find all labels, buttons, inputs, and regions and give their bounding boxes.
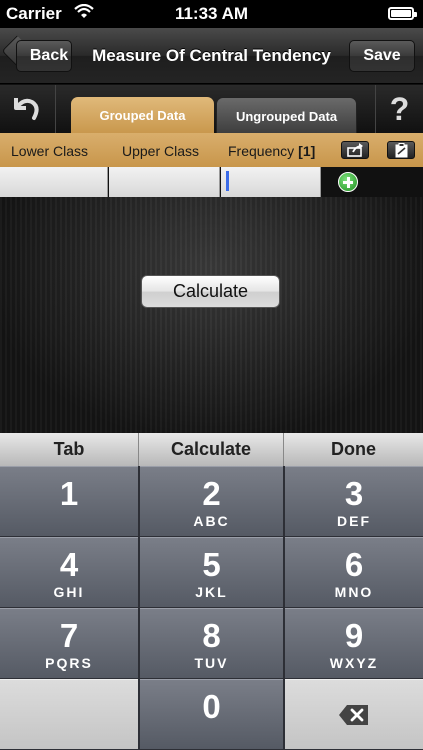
frequency-count: [1] [298, 143, 316, 159]
key-digit: 1 [59, 475, 79, 512]
undo-button[interactable] [0, 85, 56, 133]
keypad-toolbar: Tab Calculate Done [0, 433, 423, 466]
upper-class-input[interactable] [109, 167, 220, 197]
key-letters: PQRS [45, 655, 93, 671]
key-5[interactable]: 5 JKL [140, 537, 283, 607]
key-1[interactable]: 1 [0, 466, 138, 536]
key-letters: ABC [193, 513, 230, 529]
page-title: Measure Of Central Tendency [92, 46, 331, 65]
column-upper-class: Upper Class [122, 143, 200, 159]
key-8[interactable]: 8 TUV [140, 608, 283, 678]
key-9[interactable]: 9 WXYZ [285, 608, 423, 678]
column-header: Lower Class Upper Class Frequency [1] [0, 133, 423, 167]
key-blank [0, 679, 138, 749]
backspace-key[interactable] [285, 679, 423, 749]
tab-grouped-data[interactable]: Grouped Data [71, 97, 214, 133]
key-letters: TUV [194, 655, 229, 671]
key-letters: DEF [337, 513, 371, 529]
battery-icon [388, 7, 417, 20]
clipboard-icon[interactable] [387, 141, 415, 159]
calculate-button[interactable]: Calculate [141, 275, 280, 308]
key-digit: 6 [344, 546, 364, 583]
column-frequency: Frequency [1] [228, 143, 315, 159]
clock: 11:33 AM [174, 4, 249, 23]
backspace-icon [339, 705, 368, 725]
key-digit: 7 [59, 617, 79, 654]
back-button-label[interactable]: Back [16, 40, 72, 72]
help-icon: ? [389, 91, 410, 127]
key-4[interactable]: 4 GHI [0, 537, 138, 607]
keypad-calculate-button[interactable]: Calculate [139, 433, 284, 466]
key-0[interactable]: 0 [140, 679, 283, 749]
save-button[interactable]: Save [349, 40, 415, 72]
tab-bar: Grouped Data Ungrouped Data ? [0, 85, 423, 133]
key-digit: 2 [202, 475, 221, 512]
lower-class-input[interactable] [0, 167, 108, 197]
number-keypad: 1 2 ABC 3 DEF 4 GHI 5 JKL 6 MNO 7 PQRS 8… [0, 466, 423, 750]
content-area: Calculate [0, 197, 423, 433]
help-button[interactable]: ? [375, 85, 423, 133]
key-6[interactable]: 6 MNO [285, 537, 423, 607]
text-cursor [226, 171, 229, 191]
key-digit: 3 [344, 475, 364, 512]
key-letters: JKL [195, 584, 228, 600]
key-digit: 5 [202, 546, 221, 583]
key-digit: 0 [202, 688, 221, 725]
keypad-done-button[interactable]: Done [284, 433, 423, 466]
key-letters: WXYZ [329, 655, 379, 671]
add-row-icon[interactable] [338, 172, 358, 192]
key-7[interactable]: 7 PQRS [0, 608, 138, 678]
export-icon[interactable] [341, 141, 369, 159]
column-frequency-label: Frequency [228, 143, 295, 159]
tab-ungrouped-data[interactable]: Ungrouped Data [216, 97, 357, 133]
key-3[interactable]: 3 DEF [285, 466, 423, 536]
undo-icon [14, 98, 39, 120]
frequency-input[interactable] [221, 167, 321, 197]
key-digit: 4 [59, 546, 79, 583]
key-letters: GHI [53, 584, 85, 600]
status-bar: Carrier 11:33 AM [0, 0, 423, 28]
data-input-row [0, 167, 423, 197]
key-digit: 9 [344, 617, 364, 654]
key-letters: MNO [334, 584, 374, 600]
navigation-bar: Back Measure Of Central Tendency Save [0, 28, 423, 84]
key-2[interactable]: 2 ABC [140, 466, 283, 536]
keypad-tab-button[interactable]: Tab [0, 433, 139, 466]
key-digit: 8 [202, 617, 221, 654]
column-lower-class: Lower Class [11, 143, 89, 159]
